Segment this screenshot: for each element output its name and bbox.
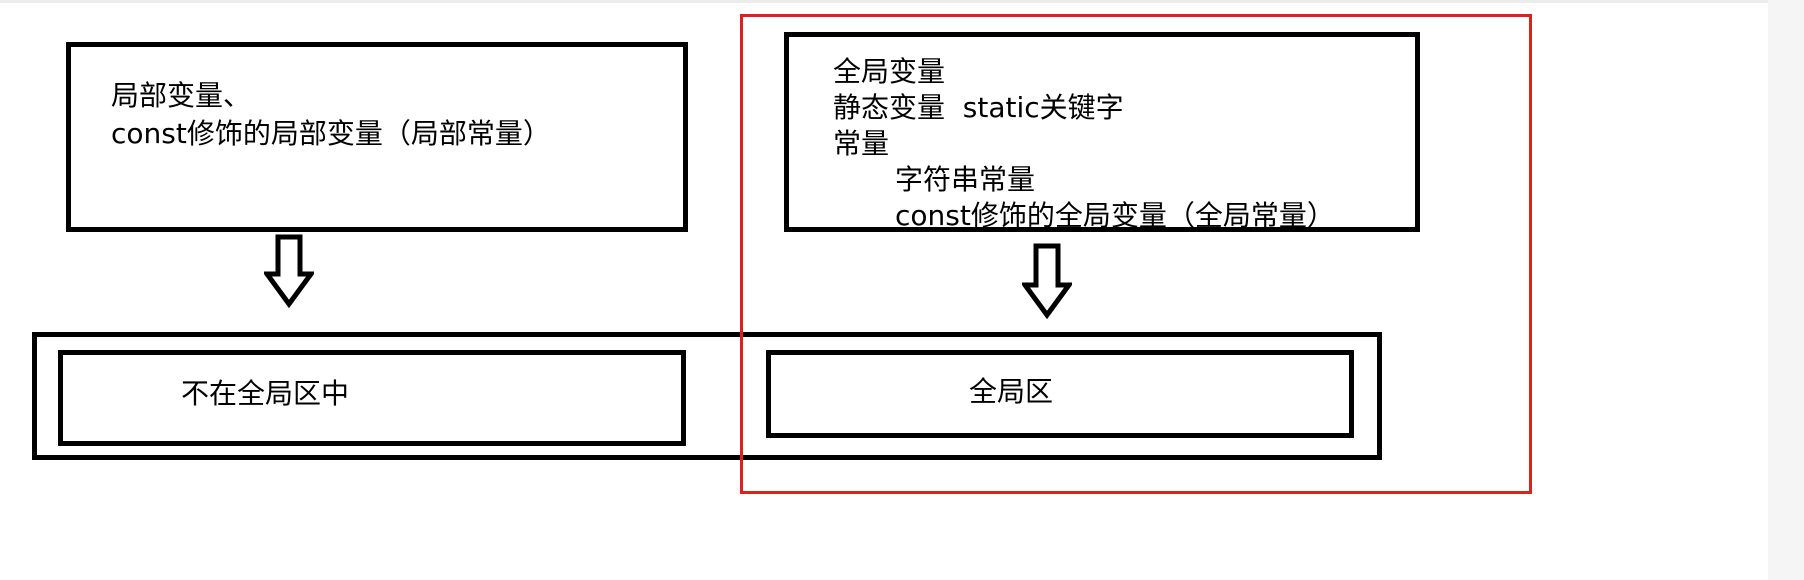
not-global-area-box: 不在全局区中: [58, 350, 686, 446]
right-edge: [1768, 0, 1804, 580]
down-arrow-icon: [264, 234, 314, 308]
global-area-highlight: [740, 14, 1532, 494]
local-variables-box: 局部变量、 const修饰的局部变量（局部常量）: [66, 42, 688, 232]
not-global-area-label: 不在全局区中: [181, 377, 350, 410]
top-edge: [0, 0, 1804, 3]
local-variables-line-1: 局部变量、: [111, 79, 252, 112]
local-variables-line-2: const修饰的局部变量（局部常量）: [111, 117, 551, 150]
